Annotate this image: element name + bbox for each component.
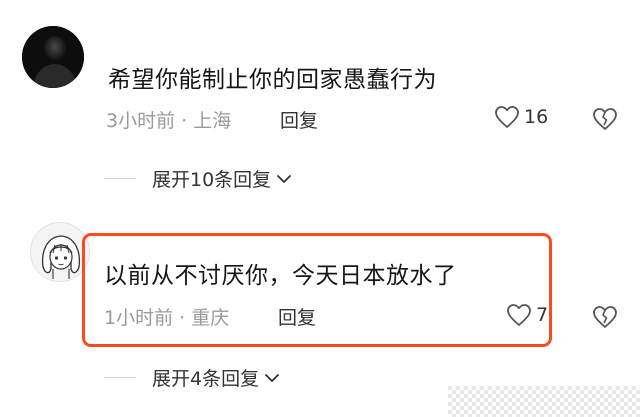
expand-replies-row: 展开4条回复 [104,364,281,391]
comment-location: 重庆 [191,307,230,329]
reply-button[interactable]: 回复 [280,106,318,133]
divider-line [104,377,136,378]
expand-replies-row: 展开10条回复 [104,165,293,192]
like-button[interactable]: 16 [494,105,548,129]
commenter-avatar[interactable] [22,26,84,88]
dislike-button[interactable] [592,107,618,135]
broken-heart-icon [593,108,617,130]
dislike-button[interactable] [592,305,618,333]
commenter-avatar[interactable] [30,222,90,282]
heart-outline-icon [495,106,519,128]
like-button[interactable]: 7 [506,303,548,327]
dark-silhouette-avatar-icon [22,26,84,88]
comment-location: 上海 [193,110,232,132]
comment-content: 希望你能制止你的回家愚蠢行为 [108,67,437,93]
watermark-pattern [448,386,640,417]
chevron-down-icon [265,373,279,382]
comment-meta: 3小时前 · 上海 [106,106,231,133]
meta-separator: · [179,307,186,329]
expand-replies-label: 展开4条回复 [152,368,260,390]
divider-line [104,178,136,179]
comment-time: 1小时前 [104,307,174,329]
chevron-down-icon [277,174,292,183]
comment-time: 3小时前 [106,110,176,132]
heart-outline-icon [507,304,531,326]
expand-replies-label: 展开10条回复 [152,169,272,191]
reply-button[interactable]: 回复 [278,303,316,330]
expand-replies-button[interactable]: 展开4条回复 [152,364,281,391]
like-count: 16 [524,106,549,128]
comment-meta: 1小时前 · 重庆 [104,303,229,330]
comment-content: 以前从不讨厌你，今天日本放水了 [104,263,457,289]
meta-separator: · [181,110,188,132]
expand-replies-button[interactable]: 展开10条回复 [152,165,293,192]
broken-heart-icon [593,306,617,328]
cartoon-girl-avatar-icon [31,223,89,281]
like-count: 7 [536,304,549,326]
